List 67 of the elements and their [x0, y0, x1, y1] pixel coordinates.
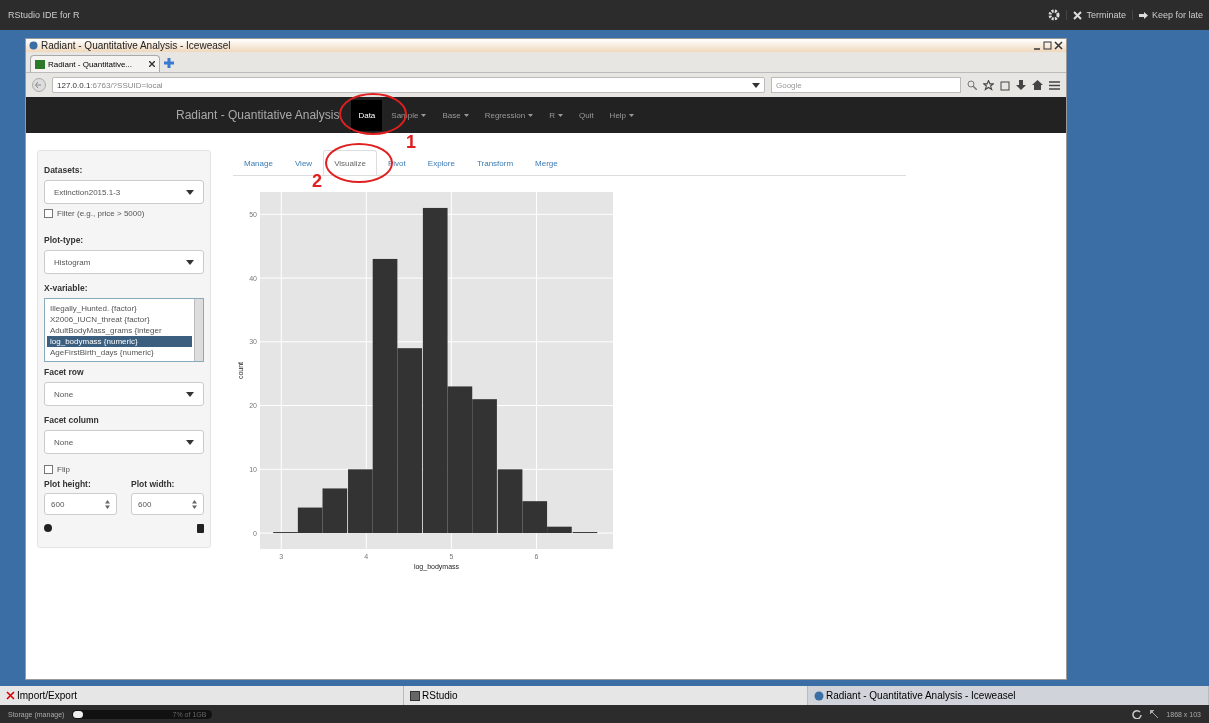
- nav-item[interactable]: Regression: [477, 99, 541, 131]
- list-item[interactable]: Illegally_Hunted. {factor}: [47, 302, 192, 314]
- caret-icon: [186, 391, 194, 397]
- toolbar-button[interactable]: Keep for late: [1131, 10, 1209, 20]
- checkbox-label: Filter (e.g., price > 5000): [57, 209, 145, 218]
- spinner-icon[interactable]: [105, 499, 110, 509]
- close-icon: [1073, 10, 1083, 20]
- app-brand: Radiant - Quantitative Analysis: [176, 108, 340, 122]
- field-label: Plot height:: [44, 479, 92, 489]
- caret-icon: [186, 439, 194, 445]
- taskbar-item[interactable]: Radiant - Quantitative Analysis - Iceweasel: [807, 686, 1209, 705]
- tab[interactable]: Visualize: [323, 150, 377, 175]
- number-field[interactable]: 600: [131, 493, 204, 515]
- nav-item[interactable]: Base: [435, 99, 476, 131]
- download-icon[interactable]: [1016, 79, 1026, 91]
- checkbox-label: Flip: [57, 465, 70, 474]
- window-title: Radiant - Quantitative Analysis - Iceweasel: [41, 40, 232, 51]
- tab[interactable]: Manage: [233, 150, 284, 175]
- dataset-select[interactable]: Extinction2015.1-3: [44, 180, 204, 204]
- facet-row-select[interactable]: None: [44, 382, 204, 406]
- tab[interactable]: Explore: [416, 150, 466, 175]
- checkbox[interactable]: [44, 465, 53, 474]
- facet-column-select[interactable]: None: [44, 430, 204, 454]
- close-icon[interactable]: [149, 61, 155, 67]
- field-label: Facet column: [44, 415, 100, 425]
- spinner-icon[interactable]: [192, 499, 197, 509]
- toolbar-button[interactable]: Terminate: [1066, 10, 1132, 20]
- nav-item[interactable]: R: [542, 99, 570, 131]
- gear-icon[interactable]: [1048, 9, 1061, 21]
- field-label: X-variable:: [44, 283, 89, 293]
- new-tab-icon[interactable]: [164, 58, 174, 68]
- menu-icon[interactable]: [1049, 80, 1060, 90]
- arrow-icon: [1138, 11, 1148, 19]
- app-title: RStudio IDE for R: [8, 10, 81, 20]
- browser-tab[interactable]: Radiant - Quantitative...: [30, 55, 160, 72]
- number-field[interactable]: 600: [44, 493, 117, 515]
- field-label: Plot-type:: [44, 235, 85, 245]
- plot-type-select[interactable]: Histogram: [44, 250, 204, 274]
- list-item[interactable]: AgeFirstBirth_days {numeric}: [47, 346, 192, 358]
- url-text: 127.0.0.1:6763/?SSUID=local: [57, 80, 163, 90]
- variable-list[interactable]: Illegally_Hunted. {factor} X2006_IUCN_threat {factor} AdultBodyMass_grams {integer log_bodymass {numeric} AgeFirstBirth_days {numeric}: [44, 298, 204, 362]
- resize-icon: [1150, 710, 1159, 718]
- x-icon: [6, 691, 15, 700]
- field-label: Datasets:: [44, 165, 84, 175]
- caret-icon: [186, 189, 194, 195]
- star-icon[interactable]: [983, 79, 994, 91]
- window-controls-icon[interactable]: [1033, 41, 1063, 50]
- list-item[interactable]: log_bodymass {numeric}: [47, 335, 192, 347]
- tab[interactable]: Transform: [465, 150, 525, 175]
- caret-icon: [186, 259, 194, 265]
- refresh-icon[interactable]: [1132, 709, 1143, 719]
- caret-icon: [752, 82, 760, 88]
- annotation-number: 1: [406, 133, 416, 151]
- url-field[interactable]: 127.0.0.1:6763/?SSUID=local: [52, 77, 765, 93]
- list-item[interactable]: AdultBodyMass_grams {integer: [47, 324, 192, 336]
- nav-item[interactable]: Data: [351, 99, 383, 131]
- tab[interactable]: Merge: [524, 150, 569, 175]
- checkbox[interactable]: [44, 209, 53, 218]
- scrollbar[interactable]: [194, 299, 203, 361]
- app-icon: [410, 690, 420, 701]
- search-icon[interactable]: [967, 80, 977, 90]
- home-icon[interactable]: [1032, 80, 1043, 90]
- field-label: Plot width:: [131, 479, 176, 489]
- nav-item[interactable]: Help: [602, 99, 642, 131]
- nav-item[interactable]: Quit: [571, 99, 601, 131]
- list-item[interactable]: X2006_IUCN_threat {factor}: [47, 313, 192, 325]
- field-label: Facet row: [44, 367, 85, 377]
